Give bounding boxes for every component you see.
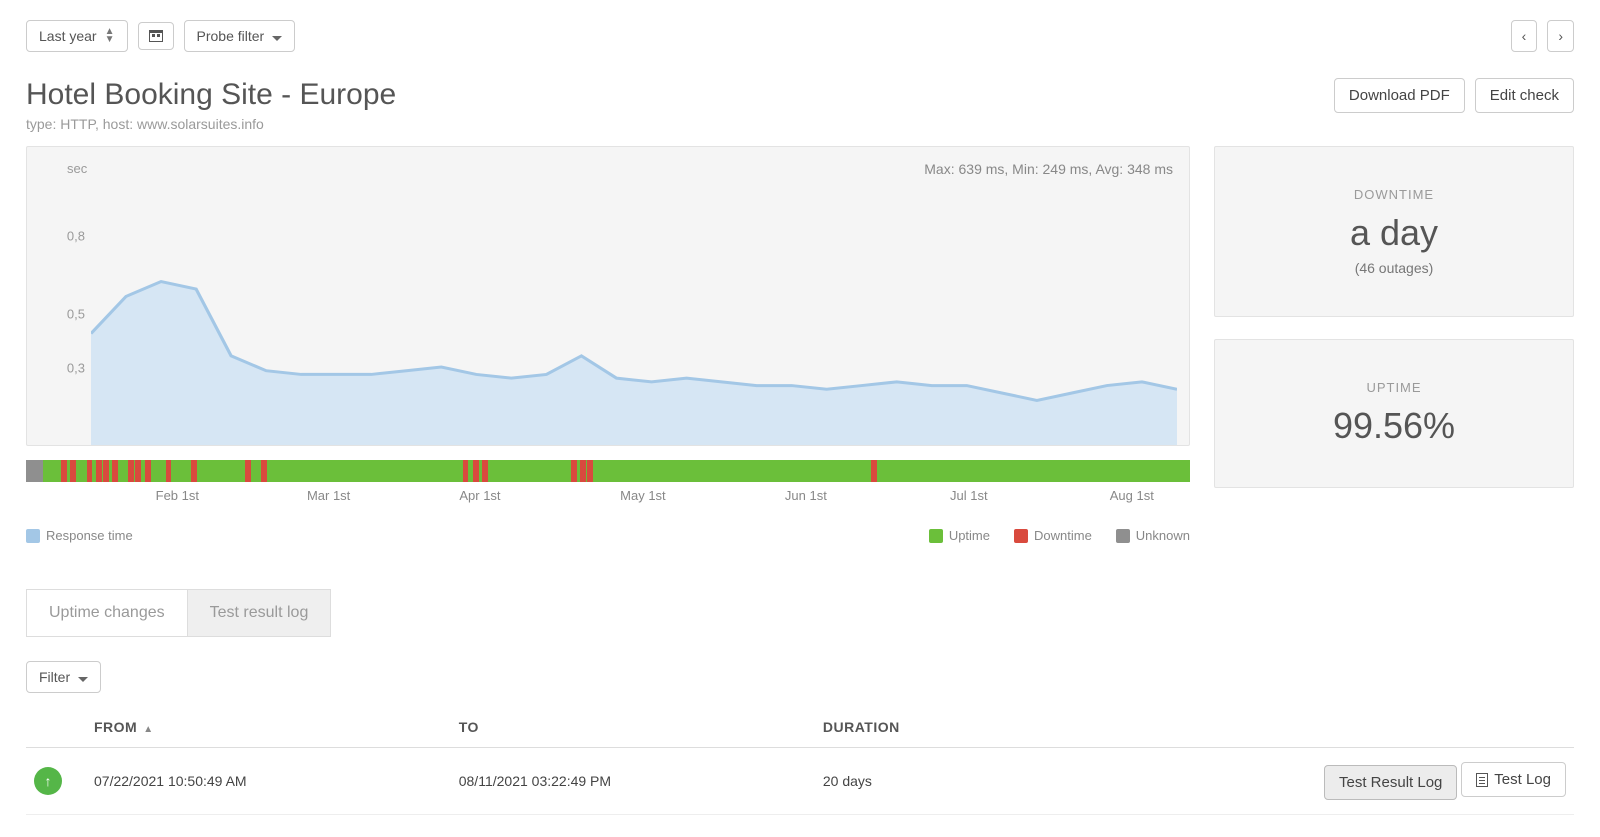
x-tick: Jul 1st [950,488,988,503]
download-pdf-button[interactable]: Download PDF [1334,78,1465,113]
time-range-select[interactable]: Last year ▲▼ [26,20,128,52]
timeline-outage-seg [61,460,67,482]
timeline-outage-seg [145,460,151,482]
col-from[interactable]: FROM▲ [86,707,451,748]
results-table: FROM▲ TO DURATION ↑ 07/22/2021 10:50:49 … [26,707,1574,815]
probe-filter-label: Probe filter [197,28,265,44]
legend-uptime: Uptime [929,528,990,543]
timeline-outage-seg [482,460,488,482]
uptime-card: UPTIME 99.56% [1214,339,1574,488]
x-tick: Mar 1st [307,488,350,503]
chevron-right-icon: › [1558,28,1563,44]
status-up-icon: ↑ [34,767,62,795]
probe-filter-select[interactable]: Probe filter [184,20,296,52]
swatch-icon [1014,529,1028,543]
timeline-outage-seg [96,460,102,482]
page-title: Hotel Booking Site - Europe [26,78,396,112]
timeline-outage-seg [580,460,586,482]
filter-button[interactable]: Filter [26,661,101,693]
legend-response: Response time [26,528,133,543]
timeline-outage-seg [587,460,593,482]
uptime-timeline [26,460,1190,482]
swatch-icon [1116,529,1130,543]
calendar-icon [149,30,163,42]
filter-label: Filter [39,669,70,685]
test-log-button[interactable]: Test Log [1461,762,1566,797]
y-tick: 0,3 [67,360,85,375]
timeline-outage-seg [871,460,877,482]
chart-legend: Response time Uptime Downtime Unknown [26,522,1190,549]
x-tick: Jun 1st [785,488,827,503]
timeline-outage-seg [463,460,469,482]
swatch-icon [26,529,40,543]
sort-asc-icon: ▲ [143,724,153,735]
y-tick: 0,8 [67,229,85,244]
chevron-down-icon [78,669,88,685]
timeline-outage-seg [245,460,251,482]
x-tick: May 1st [620,488,666,503]
y-tick: 0,5 [67,306,85,321]
uptime-value: 99.56% [1227,405,1561,447]
timeline-outage-seg [473,460,479,482]
x-tick: Aug 1st [1110,488,1154,503]
edit-check-button[interactable]: Edit check [1475,78,1574,113]
table-row: ↑ 07/22/2021 10:50:49 AM 08/11/2021 03:2… [26,748,1574,815]
chevron-left-icon: ‹ [1522,28,1527,44]
cell-from: 07/22/2021 10:50:49 AM [86,748,451,815]
x-tick: Apr 1st [459,488,500,503]
timeline-outage-seg [87,460,93,482]
toolbar: Last year ▲▼ Probe filter ‹ › [26,20,1574,52]
nav-prev-button[interactable]: ‹ [1511,20,1538,52]
timeline-outage-seg [261,460,267,482]
downtime-value: a day [1227,212,1561,254]
timeline-outage-seg [70,460,76,482]
response-time-chart: sec Max: 639 ms, Min: 249 ms, Avg: 348 m… [26,146,1190,446]
tab-uptime-changes[interactable]: Uptime changes [26,589,188,637]
timeline-outage-seg [571,460,577,482]
timeline-outage-seg [128,460,134,482]
document-icon [1476,773,1488,787]
cell-duration: 20 days [815,748,1016,815]
chart-svg [91,185,1177,445]
page-header: Hotel Booking Site - Europe type: HTTP, … [26,78,1574,132]
cell-to: 08/11/2021 03:22:49 PM [451,748,815,815]
swatch-icon [929,529,943,543]
nav-next-button[interactable]: › [1547,20,1574,52]
col-duration[interactable]: DURATION [815,707,1016,748]
sort-icon: ▲▼ [105,28,115,44]
log-tabs: Uptime changes Test result log [26,589,1574,637]
page-subtitle: type: HTTP, host: www.solarsuites.info [26,116,396,132]
timeline-outage-seg [112,460,118,482]
time-range-label: Last year [39,28,97,44]
timeline-outage-seg [103,460,109,482]
tab-test-result-log[interactable]: Test result log [188,589,332,637]
legend-unknown: Unknown [1116,528,1190,543]
downtime-label: DOWNTIME [1227,187,1561,202]
date-picker-button[interactable] [138,22,174,50]
chart-stats: Max: 639 ms, Min: 249 ms, Avg: 348 ms [924,161,1173,177]
x-tick: Feb 1st [156,488,199,503]
timeline-unknown-seg [26,460,43,482]
timeline-outage-seg [166,460,172,482]
uptime-label: UPTIME [1227,380,1561,395]
col-to[interactable]: TO [451,707,815,748]
legend-downtime: Downtime [1014,528,1092,543]
downtime-card: DOWNTIME a day (46 outages) [1214,146,1574,317]
timeline-outage-seg [135,460,141,482]
chevron-down-icon [272,28,282,44]
x-axis-ticks: Feb 1st Mar 1st Apr 1st May 1st Jun 1st Jul 1… [26,488,1190,512]
timeline-outage-seg [191,460,197,482]
chart-y-unit: sec [67,161,87,176]
test-result-log-button[interactable]: Test Result Log [1324,765,1457,800]
downtime-sub: (46 outages) [1227,260,1561,276]
